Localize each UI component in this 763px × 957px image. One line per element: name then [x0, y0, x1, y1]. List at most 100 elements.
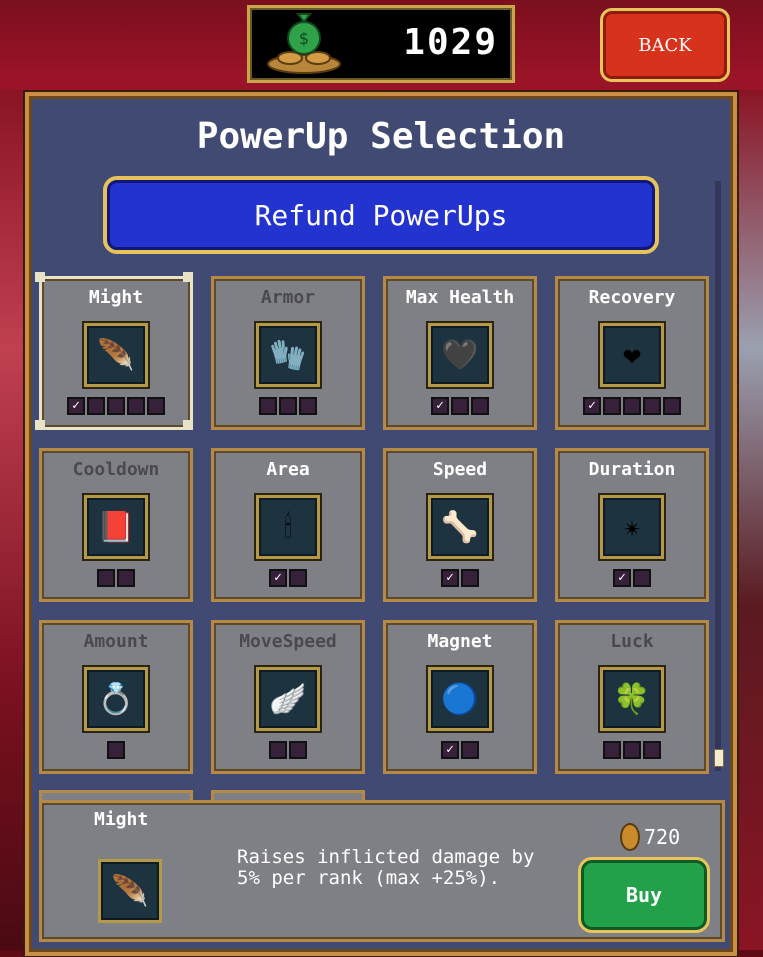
buy-button[interactable]: Buy [578, 857, 710, 933]
rank-boxes [214, 741, 362, 759]
rank-box-filled: ✓ [583, 397, 601, 415]
price-tag: 720 [620, 823, 680, 851]
background-art-right [735, 90, 763, 950]
refund-powerups-button[interactable]: Refund PowerUps [103, 176, 659, 254]
selection-corner [35, 272, 45, 282]
scrollbar-track[interactable] [715, 181, 721, 771]
rank-box-empty [107, 397, 125, 415]
rank-boxes: ✓ [214, 569, 362, 587]
powerup-name: MoveSpeed [239, 631, 337, 652]
book-icon: 📕 [84, 495, 148, 559]
powerup-card-speed[interactable]: Speed 🦴 ✓ [383, 448, 537, 602]
rank-box-empty [87, 397, 105, 415]
feather-icon: 🪶 [84, 323, 148, 387]
powerup-name: Max Health [405, 287, 515, 308]
powerup-name: Recovery [588, 287, 676, 308]
powerup-name: Magnet [427, 631, 493, 652]
rank-box-empty [107, 741, 125, 759]
heart-icon: ❤ [600, 323, 664, 387]
rank-box-filled: ✓ [613, 569, 631, 587]
coin-counter: $ 1029 [247, 5, 515, 83]
rank-box-filled: ✓ [269, 569, 287, 587]
rank-box-empty [289, 569, 307, 587]
rank-boxes: ✓ [558, 569, 706, 587]
powerup-card-recovery[interactable]: Recovery ❤ ✓ [555, 276, 709, 430]
svg-text:$: $ [299, 29, 309, 48]
rank-box-empty [147, 397, 165, 415]
rank-box-filled: ✓ [441, 569, 459, 587]
feather-icon: 🪶 [98, 859, 162, 923]
rank-boxes [214, 397, 362, 415]
powerup-name: Area [266, 459, 310, 480]
powerup-name: Duration [588, 459, 676, 480]
rank-box-empty [279, 397, 297, 415]
bracer-icon: 🦴 [428, 495, 492, 559]
powerup-card-magnet[interactable]: Magnet 🔵 ✓ [383, 620, 537, 774]
rank-boxes: ✓ [386, 397, 534, 415]
rank-box-filled: ✓ [67, 397, 85, 415]
powerup-card-armor[interactable]: Armor 🧤 [211, 276, 365, 430]
rank-box-empty [451, 397, 469, 415]
powerup-card-duration[interactable]: Duration ✴ ✓ [555, 448, 709, 602]
rank-box-empty [623, 741, 641, 759]
rank-box-empty [269, 741, 287, 759]
selection-corner [35, 420, 45, 430]
rank-box-empty [289, 741, 307, 759]
powerup-card-max-health[interactable]: Max Health 🖤 ✓ [383, 276, 537, 430]
powerup-card-luck[interactable]: Luck 🍀 [555, 620, 709, 774]
rank-box-empty [643, 741, 661, 759]
powerup-card-cooldown[interactable]: Cooldown 📕 [39, 448, 193, 602]
scrollbar-thumb[interactable] [714, 749, 724, 767]
powerup-name: Speed [432, 459, 488, 480]
powerup-card-amount[interactable]: Amount 💍 [39, 620, 193, 774]
powerup-name: Cooldown [72, 459, 160, 480]
back-button[interactable]: BACK [600, 8, 730, 82]
rank-boxes [42, 741, 190, 759]
price-value: 720 [644, 825, 681, 849]
rank-boxes: ✓ [558, 397, 706, 415]
spellbinder-icon: ✴ [600, 495, 664, 559]
rank-box-filled: ✓ [441, 741, 459, 759]
rank-box-empty [471, 397, 489, 415]
powerup-card-might[interactable]: Might 🪶 ✓ [35, 272, 193, 430]
detail-description: Raises inflicted damage by 5% per rank (… [237, 846, 535, 889]
rank-box-empty [663, 397, 681, 415]
rank-box-empty [461, 569, 479, 587]
rank-boxes [558, 741, 706, 759]
powerup-name: Might [88, 287, 144, 308]
powerup-name: Amount [83, 631, 149, 652]
rank-box-empty [623, 397, 641, 415]
ring-icon: 💍 [84, 667, 148, 731]
rank-box-filled: ✓ [431, 397, 449, 415]
rank-box-empty [299, 397, 317, 415]
powerup-name: Luck [610, 631, 654, 652]
rank-box-empty [603, 741, 621, 759]
rank-box-empty [643, 397, 661, 415]
detail-name: Might [94, 809, 149, 830]
coin-amount: 1029 [403, 22, 498, 63]
rank-box-empty [461, 741, 479, 759]
rank-boxes: ✓ [42, 397, 190, 415]
rank-boxes: ✓ [386, 741, 534, 759]
powerup-card-movespeed[interactable]: MoveSpeed 🪽 [211, 620, 365, 774]
orb-icon: 🔵 [428, 667, 492, 731]
rank-box-empty [127, 397, 145, 415]
gauntlet-icon: 🧤 [256, 323, 320, 387]
rank-box-empty [603, 397, 621, 415]
candelabra-icon: 🕯 [256, 495, 320, 559]
selection-corner [183, 420, 193, 430]
background-art [0, 90, 25, 950]
rank-box-empty [117, 569, 135, 587]
selection-corner [183, 272, 193, 282]
powerup-card-area[interactable]: Area 🕯 ✓ [211, 448, 365, 602]
gold-coin-icon [620, 823, 640, 851]
clover-icon: 🍀 [600, 667, 664, 731]
rank-box-empty [633, 569, 651, 587]
money-bag-icon: $ [264, 12, 344, 74]
powerup-name: Armor [260, 287, 316, 308]
rank-boxes: ✓ [386, 569, 534, 587]
rank-boxes [42, 569, 190, 587]
rank-box-empty [97, 569, 115, 587]
powerup-panel: PowerUp Selection Refund PowerUps Might 🪶… [25, 92, 737, 956]
rank-box-empty [259, 397, 277, 415]
